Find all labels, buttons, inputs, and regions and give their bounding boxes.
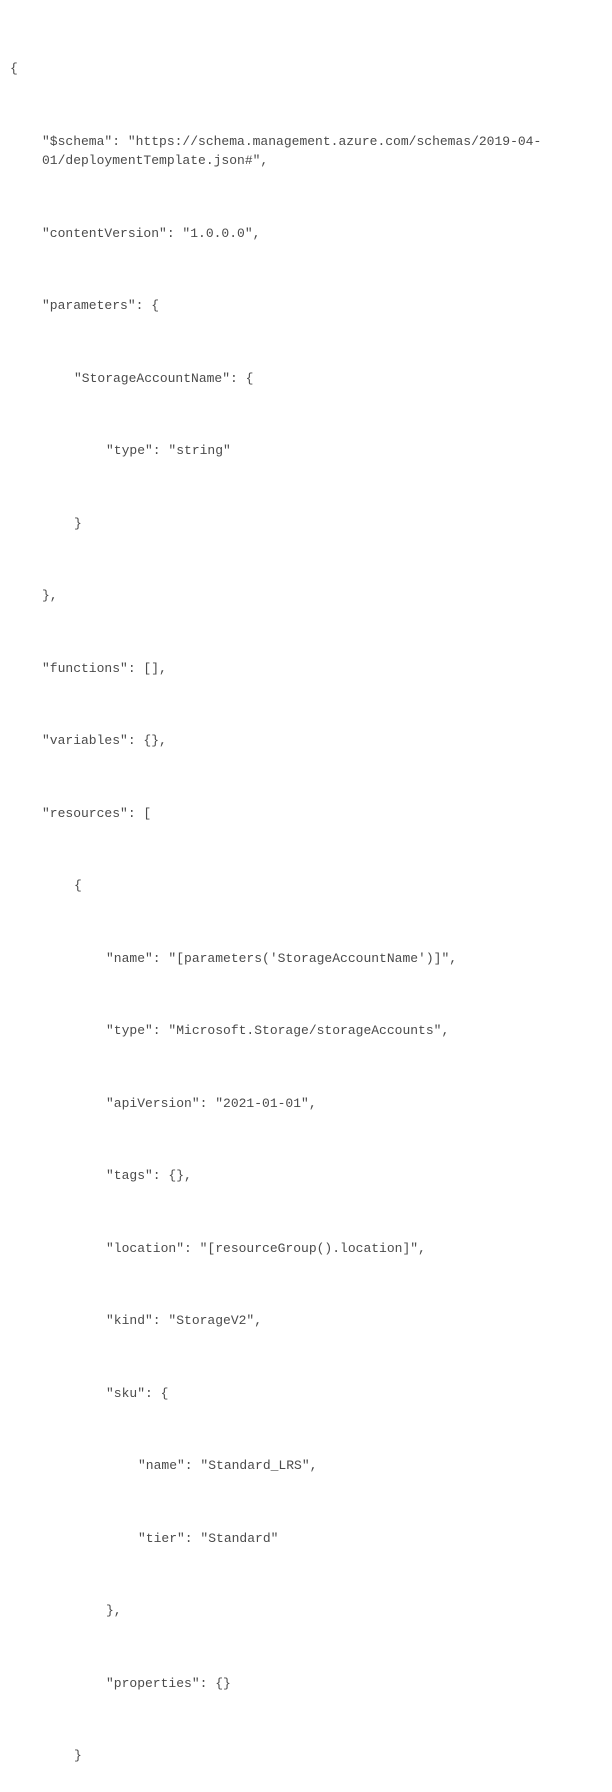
code-line: "name": "[parameters('StorageAccountName… bbox=[10, 949, 602, 969]
code-line: "tags": {}, bbox=[10, 1166, 602, 1186]
code-line: "functions": [], bbox=[10, 659, 602, 679]
code-line: "contentVersion": "1.0.0.0", bbox=[10, 224, 602, 244]
code-line: }, bbox=[10, 586, 602, 606]
code-line: "parameters": { bbox=[10, 296, 602, 316]
code-line: }, bbox=[10, 1601, 602, 1621]
code-line: "kind": "StorageV2", bbox=[10, 1311, 602, 1331]
code-line: "apiVersion": "2021-01-01", bbox=[10, 1094, 602, 1114]
code-line: "type": "Microsoft.Storage/storageAccoun… bbox=[10, 1021, 602, 1041]
code-line: "StorageAccountName": { bbox=[10, 369, 602, 389]
code-line: "location": "[resourceGroup().location]"… bbox=[10, 1239, 602, 1259]
code-line: "variables": {}, bbox=[10, 731, 602, 751]
code-line: "tier": "Standard" bbox=[10, 1529, 602, 1549]
code-line: "type": "string" bbox=[10, 441, 602, 461]
code-line: "properties": {} bbox=[10, 1674, 602, 1694]
code-line: { bbox=[10, 59, 602, 79]
code-line: } bbox=[10, 514, 602, 534]
json-code-block: { "$schema": "https://schema.management.… bbox=[10, 20, 602, 1792]
code-line: "name": "Standard_LRS", bbox=[10, 1456, 602, 1476]
code-line: "$schema": "https://schema.management.az… bbox=[10, 132, 602, 171]
code-line: "resources": [ bbox=[10, 804, 602, 824]
code-line: { bbox=[10, 876, 602, 896]
code-line: } bbox=[10, 1746, 602, 1766]
code-line: "sku": { bbox=[10, 1384, 602, 1404]
